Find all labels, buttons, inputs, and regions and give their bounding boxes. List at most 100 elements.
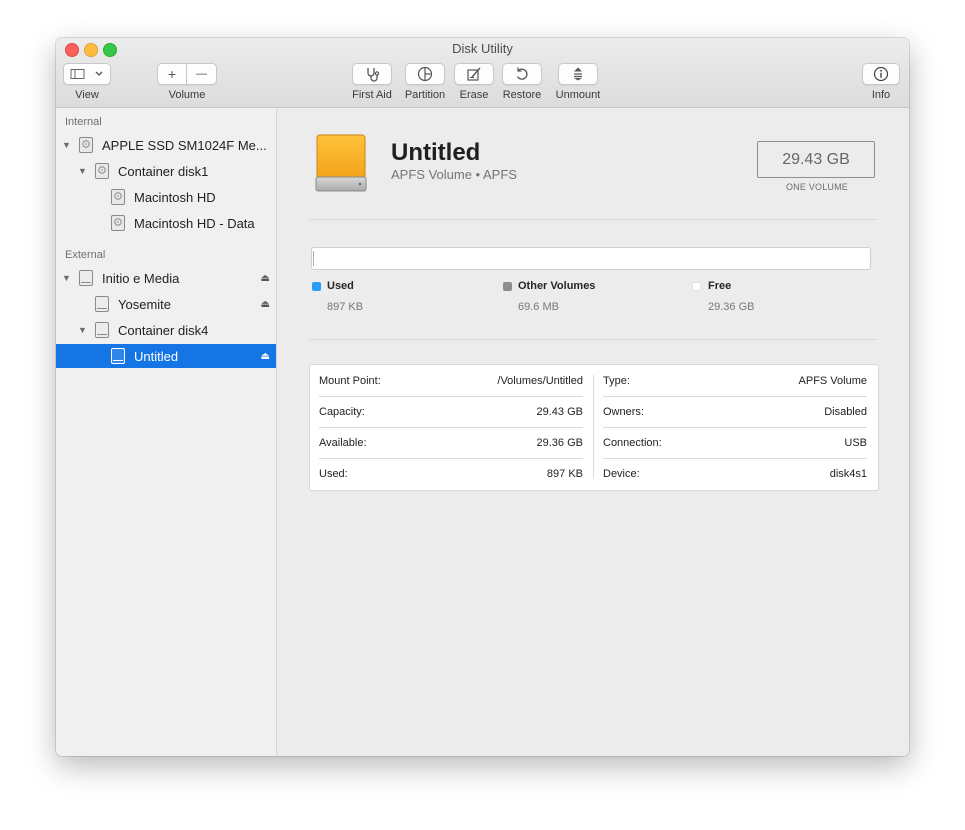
internal-disk-icon	[95, 163, 109, 179]
divider	[309, 219, 877, 220]
external-disk-icon	[95, 322, 109, 338]
eject-icon[interactable]: ⏏	[261, 273, 270, 284]
sidebar-item-untitled[interactable]: Untitled ⏏	[56, 344, 276, 368]
sidebar-item-yosemite[interactable]: Yosemite ⏏	[56, 292, 276, 316]
external-drive-icon	[315, 134, 367, 192]
free-value: 29.36 GB	[708, 301, 755, 313]
minus-icon: —	[196, 68, 207, 80]
other-volumes-label: Other Volumes	[518, 280, 596, 292]
window-title: Disk Utility	[452, 41, 513, 56]
divider	[309, 339, 877, 340]
disclosure-triangle-icon[interactable]: ▼	[78, 166, 87, 176]
disclosure-triangle-icon[interactable]: ▼	[78, 325, 87, 335]
view-label: View	[75, 89, 99, 101]
table-row: Owners: Disabled	[603, 396, 867, 427]
used-swatch	[312, 282, 321, 291]
sidebar-item-label: Macintosh HD - Data	[134, 215, 255, 231]
sidebar-item-macintosh-hd[interactable]: Macintosh HD	[56, 185, 276, 209]
table-row: Mount Point: /Volumes/Untitled	[319, 365, 583, 396]
disk-utility-window: Disk Utility View + — Volume First Aid P…	[56, 38, 909, 756]
sidebar-item-label: APPLE SSD SM1024F Me...	[102, 137, 267, 153]
eject-icon[interactable]: ⏏	[261, 299, 270, 310]
plus-icon: +	[167, 66, 177, 82]
internal-disk-icon	[111, 189, 125, 205]
unmount-label: Unmount	[555, 89, 601, 101]
used-label: Used	[327, 280, 354, 292]
volume-name: Untitled	[391, 139, 481, 166]
detail-label: Capacity:	[319, 405, 365, 418]
sidebar-item-label: Initio e Media	[102, 270, 180, 286]
delete-volume-button[interactable]: —	[186, 63, 217, 85]
pie-partition-icon	[417, 66, 433, 82]
volume-count-caption: ONE VOLUME	[785, 182, 848, 192]
add-volume-button[interactable]: +	[157, 63, 187, 85]
detail-value: 29.43 GB	[536, 405, 583, 418]
erase-button[interactable]	[454, 63, 494, 85]
disclosure-triangle-icon[interactable]: ▼	[62, 273, 71, 283]
sidebar-item-label: Untitled	[134, 348, 179, 364]
stethoscope-icon	[367, 68, 380, 82]
other-volumes-swatch	[503, 282, 512, 291]
info-icon	[873, 66, 889, 82]
unmount-button[interactable]	[558, 63, 598, 85]
partition-button[interactable]	[405, 63, 445, 85]
first-aid-button[interactable]	[352, 63, 392, 85]
external-disk-icon	[111, 348, 125, 364]
section-header-external: External	[65, 249, 106, 261]
sidebar-item-label: Yosemite	[118, 296, 171, 312]
detail-label: Device:	[603, 467, 640, 480]
detail-value: disk4s1	[829, 467, 867, 480]
usage-bar	[311, 247, 871, 270]
restore-button[interactable]	[502, 63, 542, 85]
erase-label: Erase	[459, 89, 489, 101]
table-row: Used: 897 KB	[319, 458, 583, 489]
volume-label: Volume	[168, 89, 206, 101]
free-label: Free	[708, 280, 732, 292]
volume-size-box: 29.43 GB	[757, 141, 875, 178]
sidebar-toggle-icon	[70, 69, 85, 79]
info-button[interactable]	[862, 63, 900, 85]
info-label: Info	[871, 89, 891, 101]
sidebar-item-label: Container disk4	[118, 322, 209, 338]
unmount-icon	[574, 67, 582, 81]
volume-detail-pane: Untitled APFS Volume • APFS 29.43 GB ONE…	[277, 108, 909, 756]
erase-icon	[467, 67, 481, 81]
partition-label: Partition	[404, 89, 446, 101]
detail-label: Available:	[319, 436, 367, 449]
internal-disk-icon	[79, 137, 93, 153]
disclosure-triangle-icon[interactable]: ▼	[62, 140, 71, 150]
table-row: Capacity: 29.43 GB	[319, 396, 583, 427]
volume-info-table: Mount Point: /Volumes/Untitled Capacity:…	[309, 364, 879, 491]
detail-label: Owners:	[603, 405, 644, 418]
internal-disk-icon	[111, 215, 125, 231]
section-header-internal: Internal	[65, 116, 102, 128]
table-row: Connection: USB	[603, 427, 867, 458]
volume-subtitle: APFS Volume • APFS	[391, 167, 517, 182]
view-button[interactable]	[63, 63, 111, 85]
chevron-down-icon	[95, 71, 103, 76]
detail-label: Type:	[603, 374, 630, 387]
detail-label: Used:	[319, 467, 348, 480]
restore-icon	[516, 67, 528, 80]
external-disk-icon	[95, 296, 109, 312]
table-row: Device: disk4s1	[603, 458, 867, 489]
eject-icon[interactable]: ⏏	[261, 351, 270, 362]
external-disk-icon	[79, 270, 93, 286]
sidebar-item-apple-ssd[interactable]: ▼ APPLE SSD SM1024F Me...	[56, 133, 276, 157]
toolbar: Disk Utility View + — Volume First Aid P…	[56, 38, 909, 108]
first-aid-label: First Aid	[352, 89, 392, 101]
column-divider	[593, 375, 594, 479]
sidebar-item-label: Container disk1	[118, 163, 209, 179]
sidebar-item-macintosh-hd-data[interactable]: Macintosh HD - Data	[56, 211, 276, 235]
detail-value: USB	[844, 436, 867, 449]
free-swatch	[692, 282, 701, 291]
restore-label: Restore	[502, 89, 542, 101]
detail-value: APFS Volume	[798, 374, 867, 387]
used-segment	[313, 251, 314, 266]
detail-value: 29.36 GB	[536, 436, 583, 449]
sidebar-item-initio-e-media[interactable]: ▼ Initio e Media ⏏	[56, 266, 276, 290]
sidebar-item-container-disk4[interactable]: ▼ Container disk4	[56, 318, 276, 342]
sidebar-item-container-disk1[interactable]: ▼ Container disk1	[56, 159, 276, 183]
used-value: 897 KB	[327, 301, 364, 313]
table-row: Type: APFS Volume	[603, 365, 867, 396]
